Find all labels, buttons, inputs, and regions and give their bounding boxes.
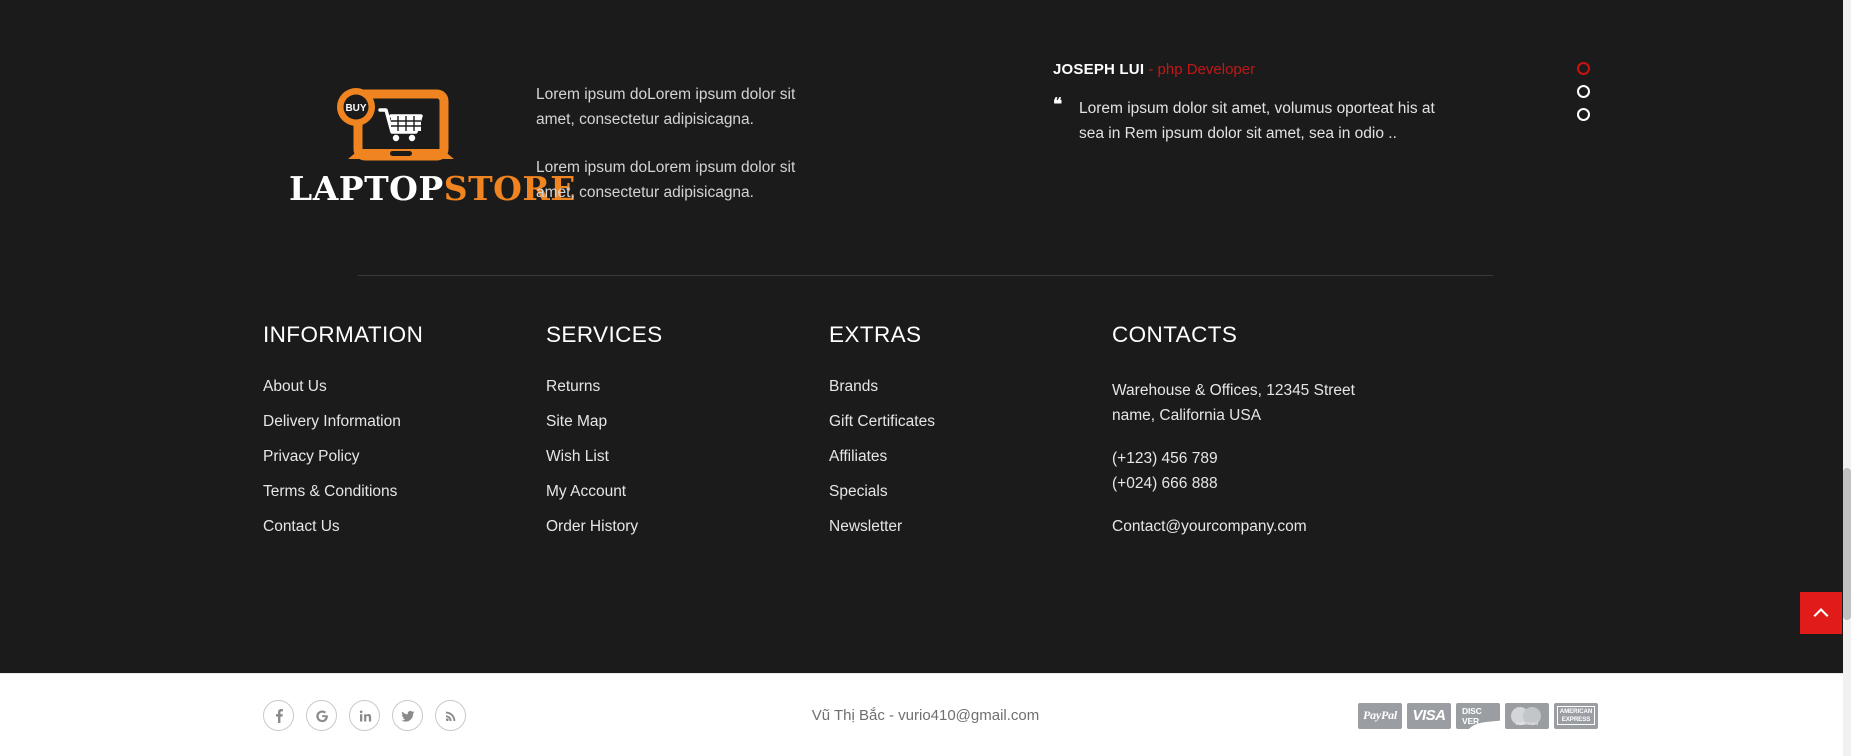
visa-label: VISA [1412,707,1447,724]
testimonial-quote-block: ❝ Lorem ipsum dolor sit amet, volumus op… [1053,96,1453,147]
link-brands[interactable]: Brands [829,378,1112,396]
social-links [263,700,466,731]
chevron-up-icon [1813,608,1829,617]
footer-top-block: BUY LAPTOPSTORE Lorem ipsum doLorem ipsu… [253,0,1598,275]
brand-wordmark-laptop: LAPTOP [289,169,444,208]
facebook-glyph [275,708,283,723]
testimonial-quote-text: Lorem ipsum dolor sit amet, volumus opor… [1079,99,1435,142]
footer-column-information: INFORMATION About Us Delivery Informatio… [263,322,546,558]
carousel-dots [1577,62,1590,121]
testimonial-author: JOSEPH LUI [1053,61,1145,78]
page-scrollbar-track[interactable] [1843,0,1851,756]
footer-link-columns: INFORMATION About Us Delivery Informatio… [253,276,1598,558]
facebook-icon[interactable] [263,700,294,731]
linkedin-icon[interactable] [349,700,380,731]
brand-logo[interactable]: BUY LAPTOPSTORE [289,80,575,208]
paypal-icon: PayPal [1358,702,1402,729]
column-title-contacts: CONTACTS [1112,322,1238,347]
about-paragraph-2: Lorem ipsum doLorem ipsum dolor sit amet… [536,159,796,202]
site-footer: BUY LAPTOPSTORE Lorem ipsum doLorem ipsu… [0,0,1851,673]
link-site-map[interactable]: Site Map [546,413,829,431]
visa-icon: VISA [1407,702,1451,729]
footer-logo-column: BUY LAPTOPSTORE [253,50,575,208]
link-contact-us[interactable]: Contact Us [263,518,546,536]
footer-container: BUY LAPTOPSTORE Lorem ipsum doLorem ipsu… [253,0,1598,558]
carousel-dot-3[interactable] [1577,108,1590,121]
google-icon[interactable] [306,700,337,731]
link-wish-list[interactable]: Wish List [546,448,829,466]
contact-phone-block: (+123) 456 789 (+024) 666 888 [1112,446,1362,496]
twitter-icon[interactable] [392,700,423,731]
column-title-services: SERVICES [546,322,663,347]
scroll-to-top-button[interactable] [1800,592,1842,634]
link-newsletter[interactable]: Newsletter [829,518,1112,536]
page-scrollbar-thumb[interactable] [1843,468,1851,620]
discover-icon: DISC VER [1456,702,1500,729]
link-returns[interactable]: Returns [546,378,829,396]
footer-column-services: SERVICES Returns Site Map Wish List My A… [546,322,829,558]
carousel-dot-1[interactable] [1577,62,1590,75]
google-glyph [315,710,328,722]
mastercard-icon: mastercard [1505,702,1549,729]
column-title-extras: EXTRAS [829,322,922,347]
twitter-glyph [400,710,414,722]
testimonial-role: - php Developer [1148,61,1256,78]
footer-bottom-bar: Vũ Thị Bắc - vurio410@gmail.com PayPal V… [0,673,1851,756]
contact-address-block: Warehouse & Offices, 12345 Street name, … [1112,378,1362,428]
contact-phone-2[interactable]: (+024) 666 888 [1112,471,1362,496]
amex-box: AMERICAN EXPRESS [1556,705,1596,726]
amex-label-line1: AMERICAN [1559,707,1593,715]
link-specials[interactable]: Specials [829,483,1112,501]
testimonial-carousel: JOSEPH LUI - php Developer ❝ Lorem ipsum… [991,50,1598,146]
link-my-account[interactable]: My Account [546,483,829,501]
footer-column-contacts: CONTACTS Warehouse & Offices, 12345 Stre… [1112,322,1598,558]
footer-about-column: Lorem ipsum doLorem ipsum dolor sit amet… [511,50,991,205]
link-affiliates[interactable]: Affiliates [829,448,1112,466]
link-delivery-information[interactable]: Delivery Information [263,413,546,431]
link-terms-conditions[interactable]: Terms & Conditions [263,483,546,501]
contact-email[interactable]: Contact@yourcompany.com [1112,514,1362,539]
linkedin-glyph [359,709,371,721]
svg-text:BUY: BUY [345,103,366,114]
footer-column-extras: EXTRAS Brands Gift Certificates Affiliat… [829,322,1112,558]
paypal-label: PayPal [1362,708,1398,722]
column-title-information: INFORMATION [263,322,424,347]
link-privacy-policy[interactable]: Privacy Policy [263,448,546,466]
brand-wordmark: LAPTOPSTORE [289,169,575,208]
contact-phone-1[interactable]: (+123) 456 789 [1112,446,1362,471]
mastercard-circles: mastercard [1511,706,1543,726]
link-about-us[interactable]: About Us [263,378,546,396]
carousel-dot-2[interactable] [1577,85,1590,98]
contact-email-block: Contact@yourcompany.com [1112,514,1362,539]
testimonial-header: JOSEPH LUI - php Developer [1053,60,1598,80]
footer-bottom-container: Vũ Thị Bắc - vurio410@gmail.com PayPal V… [253,674,1598,756]
laptop-monitor-icon: BUY [337,88,454,161]
rss-icon[interactable] [435,700,466,731]
quote-icon: ❝ [1053,94,1063,115]
mastercard-label: mastercard [1516,720,1538,726]
discover-label: DISC VER [1462,705,1482,726]
contact-address: Warehouse & Offices, 12345 Street name, … [1112,382,1355,425]
amex-icon: AMERICAN EXPRESS [1554,702,1598,729]
payment-methods: PayPal VISA DISC VER mastercard AMERICAN [1358,702,1598,729]
rss-glyph [445,711,455,721]
laptop-cart-logo-icon: BUY [289,80,501,170]
link-gift-certificates[interactable]: Gift Certificates [829,413,1112,431]
link-order-history[interactable]: Order History [546,518,829,536]
amex-label-line2: EXPRESS [1561,715,1591,723]
about-paragraph-1: Lorem ipsum doLorem ipsum dolor sit amet… [536,86,796,129]
